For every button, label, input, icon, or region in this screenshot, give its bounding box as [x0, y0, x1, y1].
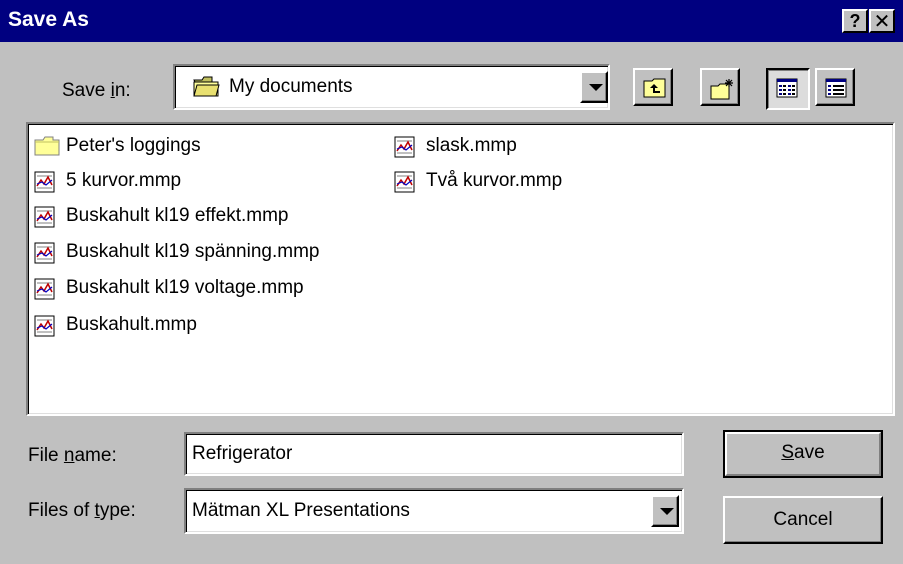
- save-as-dialog: Save As ? ✕ Save in: My documents Peter'…: [0, 0, 903, 564]
- chevron-down-icon: [589, 84, 603, 91]
- mmp-file-icon: [34, 206, 56, 234]
- file-type-dropdown-arrow[interactable]: [651, 495, 679, 527]
- up-one-level-icon: [643, 78, 666, 98]
- save-button[interactable]: Save: [723, 430, 883, 478]
- folder-icon: [34, 136, 60, 162]
- file-type-dropdown[interactable]: Mätman XL Presentations: [184, 488, 684, 534]
- mmp-file-icon: [34, 278, 56, 306]
- window-title: Save As: [8, 8, 89, 31]
- file-name-input[interactable]: Refrigerator: [184, 432, 684, 476]
- create-new-folder-button[interactable]: [700, 68, 740, 106]
- save-in-dropdown-arrow[interactable]: [580, 71, 608, 103]
- mmp-file-icon: [394, 136, 416, 164]
- list-view-icon: [776, 78, 798, 98]
- open-folder-icon: [193, 76, 221, 104]
- save-in-dropdown[interactable]: My documents: [173, 64, 610, 110]
- details-view-button[interactable]: [815, 68, 855, 106]
- mmp-file-icon: [34, 315, 56, 343]
- title-bar[interactable]: Save As ? ✕: [0, 0, 903, 42]
- save-in-label: Save in:: [62, 80, 131, 101]
- file-list[interactable]: Peter's loggings 5 kurvor.mmp Buskahult …: [26, 122, 895, 416]
- file-type-label: Files of type:: [28, 500, 136, 521]
- up-one-level-button[interactable]: [633, 68, 673, 106]
- create-new-folder-icon: [710, 79, 733, 100]
- close-button[interactable]: ✕: [869, 9, 895, 33]
- chevron-down-icon: [660, 508, 674, 515]
- save-in-value: My documents: [229, 76, 353, 97]
- list-view-button[interactable]: [766, 68, 810, 110]
- mmp-file-icon: [34, 171, 56, 199]
- mmp-file-icon: [394, 171, 416, 199]
- cancel-button[interactable]: Cancel: [723, 496, 883, 544]
- details-view-icon: [825, 78, 847, 98]
- file-name-label: File name:: [28, 445, 117, 466]
- file-type-value: Mätman XL Presentations: [192, 500, 410, 521]
- help-button[interactable]: ?: [842, 9, 868, 33]
- mmp-file-icon: [34, 242, 56, 270]
